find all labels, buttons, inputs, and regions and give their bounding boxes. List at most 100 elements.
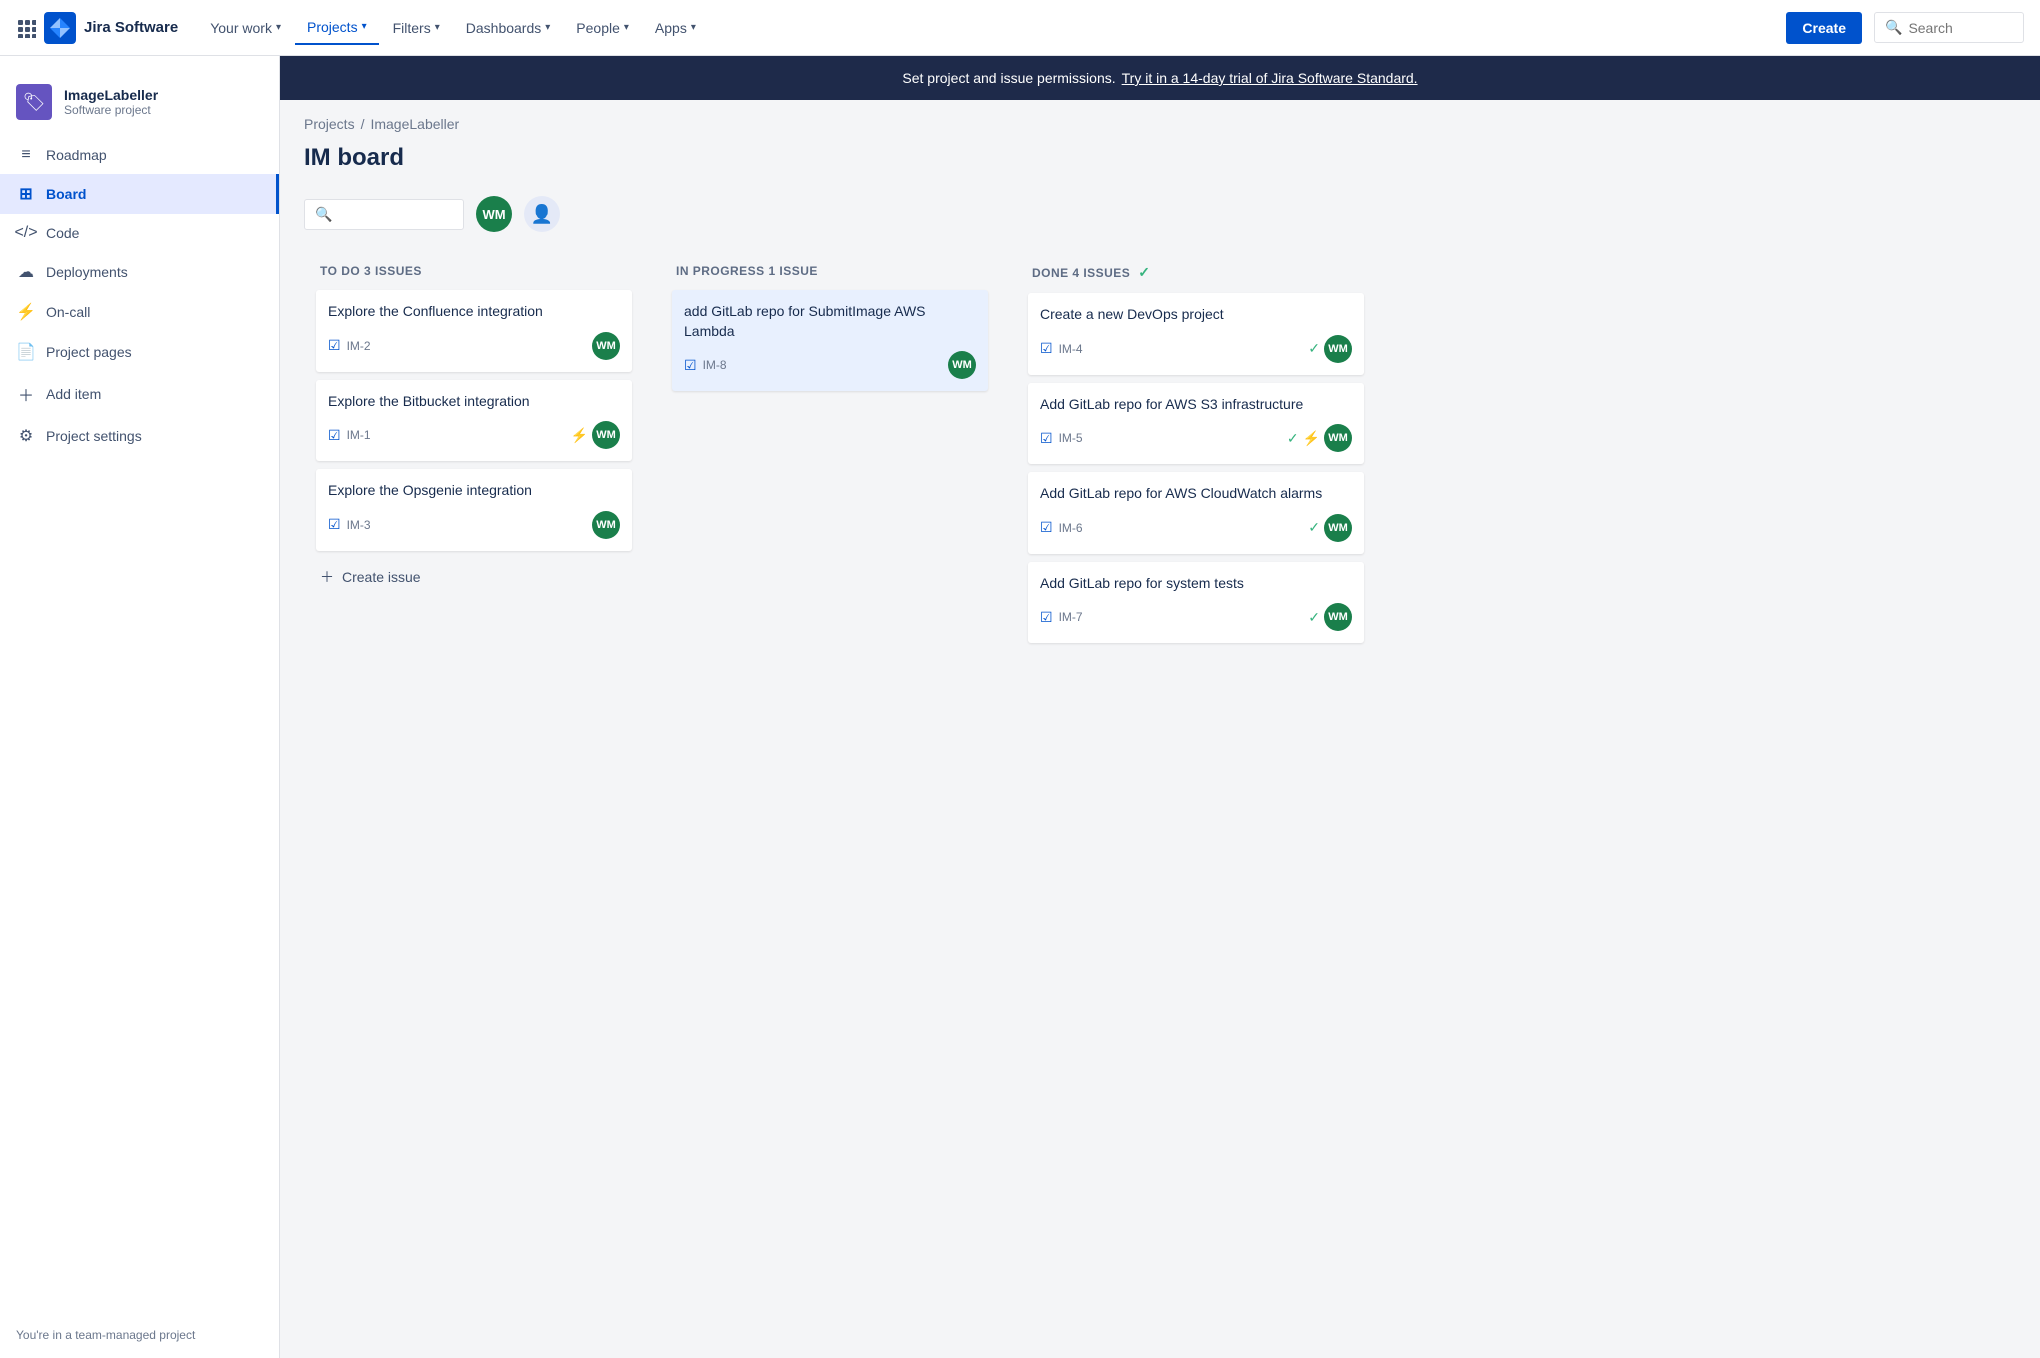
chevron-down-icon: ▾ (362, 21, 367, 32)
sidebar-project-header: 🏷 ImageLabeller Software project (0, 72, 279, 136)
column-done: DONE 4 ISSUES ✓ Create a new DevOps proj… (1016, 248, 1376, 663)
code-icon: </> (16, 224, 36, 242)
board: TO DO 3 ISSUES Explore the Confluence in… (280, 248, 2040, 687)
oncall-icon: ⚡ (16, 302, 36, 322)
board-icon: ⊞ (16, 184, 36, 204)
sidebar-item-project-pages[interactable]: 📄 Project pages (0, 332, 279, 372)
card-avatar-IM-2: WM (592, 332, 620, 360)
breadcrumb-imagelabeller[interactable]: ImageLabeller (370, 116, 459, 132)
card-footer-IM-4: ☑ IM-4 ✓ WM (1040, 335, 1352, 363)
sidebar-item-board[interactable]: ⊞ Board (0, 174, 279, 214)
card-title-IM-4: Create a new DevOps project (1040, 305, 1352, 325)
avatar-wm[interactable]: WM (476, 196, 512, 232)
search-input[interactable] (1908, 20, 1988, 36)
search-icon: 🔍 (1885, 19, 1902, 36)
project-type: Software project (64, 103, 158, 117)
card-meta-IM-4: ☑ IM-4 (1040, 340, 1083, 357)
card-IM-7[interactable]: Add GitLab repo for system tests ☑ IM-7 … (1028, 562, 1364, 644)
logo[interactable]: Jira Software (44, 12, 178, 44)
nav-item-dashboards[interactable]: Dashboards ▾ (454, 12, 563, 44)
col-title-inprogress: IN PROGRESS 1 ISSUE (676, 264, 818, 278)
col-title-done: DONE 4 ISSUES (1032, 266, 1130, 280)
nav-item-filters[interactable]: Filters ▾ (381, 12, 452, 44)
card-icons-IM-7: ✓ WM (1308, 603, 1352, 631)
sidebar: 🏷 ImageLabeller Software project ≡ Roadm… (0, 56, 280, 1358)
sidebar-item-roadmap[interactable]: ≡ Roadmap (0, 136, 279, 174)
card-IM-5[interactable]: Add GitLab repo for AWS S3 infrastructur… (1028, 383, 1364, 465)
breadcrumb: Projects / ImageLabeller (280, 100, 2040, 136)
nav-item-people[interactable]: People ▾ (564, 12, 641, 44)
search-bar[interactable]: 🔍 (1874, 12, 2024, 43)
avatar-add-member[interactable]: 👤 (524, 196, 560, 232)
grid-icon[interactable] (16, 18, 36, 38)
card-title-IM-6: Add GitLab repo for AWS CloudWatch alarm… (1040, 484, 1352, 504)
card-checkbox-icon-IM-1: ☑ (328, 427, 341, 444)
col-header-done: DONE 4 ISSUES ✓ (1028, 260, 1364, 293)
card-footer-IM-7: ☑ IM-7 ✓ WM (1040, 603, 1352, 631)
topnav-nav: Your work ▾ Projects ▾ Filters ▾ Dashboa… (198, 11, 1786, 45)
card-meta-IM-8: ☑ IM-8 (684, 357, 727, 374)
card-meta-IM-3: ☑ IM-3 (328, 516, 371, 533)
chevron-down-icon: ▾ (624, 22, 629, 33)
card-checkbox-icon-IM-5: ☑ (1040, 430, 1053, 447)
card-id-IM-3: IM-3 (347, 518, 371, 532)
card-icons-IM-4: ✓ WM (1308, 335, 1352, 363)
card-title-IM-2: Explore the Confluence integration (328, 302, 620, 322)
breadcrumb-projects[interactable]: Projects (304, 116, 355, 132)
deployments-icon: ☁ (16, 262, 36, 282)
sidebar-item-code[interactable]: </> Code (0, 214, 279, 252)
card-footer-IM-1: ☑ IM-1 ⚡ WM (328, 421, 620, 449)
banner: Set project and issue permissions. Try i… (280, 56, 2040, 100)
card-icons-IM-6: ✓ WM (1308, 514, 1352, 542)
board-toolbar: 🔍 WM 👤 (280, 188, 2040, 248)
card-footer-IM-3: ☑ IM-3 WM (328, 511, 620, 539)
card-avatar-IM-6: WM (1324, 514, 1352, 542)
card-icons-IM-2: WM (592, 332, 620, 360)
create-button[interactable]: Create (1786, 12, 1862, 44)
card-footer-IM-6: ☑ IM-6 ✓ WM (1040, 514, 1352, 542)
create-issue-btn[interactable]: ＋ Create issue (316, 559, 632, 595)
page-title: IM board (280, 136, 2040, 188)
card-icons-IM-3: WM (592, 511, 620, 539)
card-title-IM-7: Add GitLab repo for system tests (1040, 574, 1352, 594)
card-checkbox-icon-IM-2: ☑ (328, 337, 341, 354)
card-avatar-IM-4: WM (1324, 335, 1352, 363)
card-id-IM-5: IM-5 (1059, 431, 1083, 445)
col-title-todo: TO DO 3 ISSUES (320, 264, 422, 278)
card-avatar-IM-7: WM (1324, 603, 1352, 631)
done-icon: ✓ (1287, 430, 1299, 447)
nav-item-your-work[interactable]: Your work ▾ (198, 12, 293, 44)
sidebar-item-add-item[interactable]: ＋ Add item (0, 372, 279, 416)
bolt-icon: ⚡ (1303, 430, 1320, 447)
card-IM-8[interactable]: add GitLab repo for SubmitImage AWS Lamb… (672, 290, 988, 391)
card-footer-IM-5: ☑ IM-5 ✓ ⚡ WM (1040, 424, 1352, 452)
card-title-IM-5: Add GitLab repo for AWS S3 infrastructur… (1040, 395, 1352, 415)
project-icon: 🏷 (16, 84, 52, 120)
card-IM-2[interactable]: Explore the Confluence integration ☑ IM-… (316, 290, 632, 372)
card-id-IM-6: IM-6 (1059, 521, 1083, 535)
card-meta-IM-5: ☑ IM-5 (1040, 430, 1083, 447)
sidebar-item-project-settings[interactable]: ⚙ Project settings (0, 416, 279, 456)
card-IM-1[interactable]: Explore the Bitbucket integration ☑ IM-1… (316, 380, 632, 462)
card-footer-IM-8: ☑ IM-8 WM (684, 351, 976, 379)
card-meta-IM-1: ☑ IM-1 (328, 427, 371, 444)
nav-item-projects[interactable]: Projects ▾ (295, 11, 379, 45)
project-info: ImageLabeller Software project (64, 87, 158, 117)
logo-text: Jira Software (84, 19, 178, 36)
nav-item-apps[interactable]: Apps ▾ (643, 12, 708, 44)
board-search-input[interactable] (338, 206, 453, 222)
col-header-todo: TO DO 3 ISSUES (316, 260, 632, 290)
card-IM-4[interactable]: Create a new DevOps project ☑ IM-4 ✓ WM (1028, 293, 1364, 375)
pages-icon: 📄 (16, 342, 36, 362)
board-search-bar[interactable]: 🔍 (304, 199, 464, 230)
card-id-IM-7: IM-7 (1059, 610, 1083, 624)
banner-link[interactable]: Try it in a 14-day trial of Jira Softwar… (1122, 70, 1418, 86)
card-IM-6[interactable]: Add GitLab repo for AWS CloudWatch alarm… (1028, 472, 1364, 554)
card-checkbox-icon-IM-3: ☑ (328, 516, 341, 533)
card-IM-3[interactable]: Explore the Opsgenie integration ☑ IM-3 … (316, 469, 632, 551)
card-meta-IM-2: ☑ IM-2 (328, 337, 371, 354)
breadcrumb-separator: / (361, 116, 365, 132)
sidebar-item-oncall[interactable]: ⚡ On-call (0, 292, 279, 332)
card-title-IM-8: add GitLab repo for SubmitImage AWS Lamb… (684, 302, 976, 341)
sidebar-item-deployments[interactable]: ☁ Deployments (0, 252, 279, 292)
